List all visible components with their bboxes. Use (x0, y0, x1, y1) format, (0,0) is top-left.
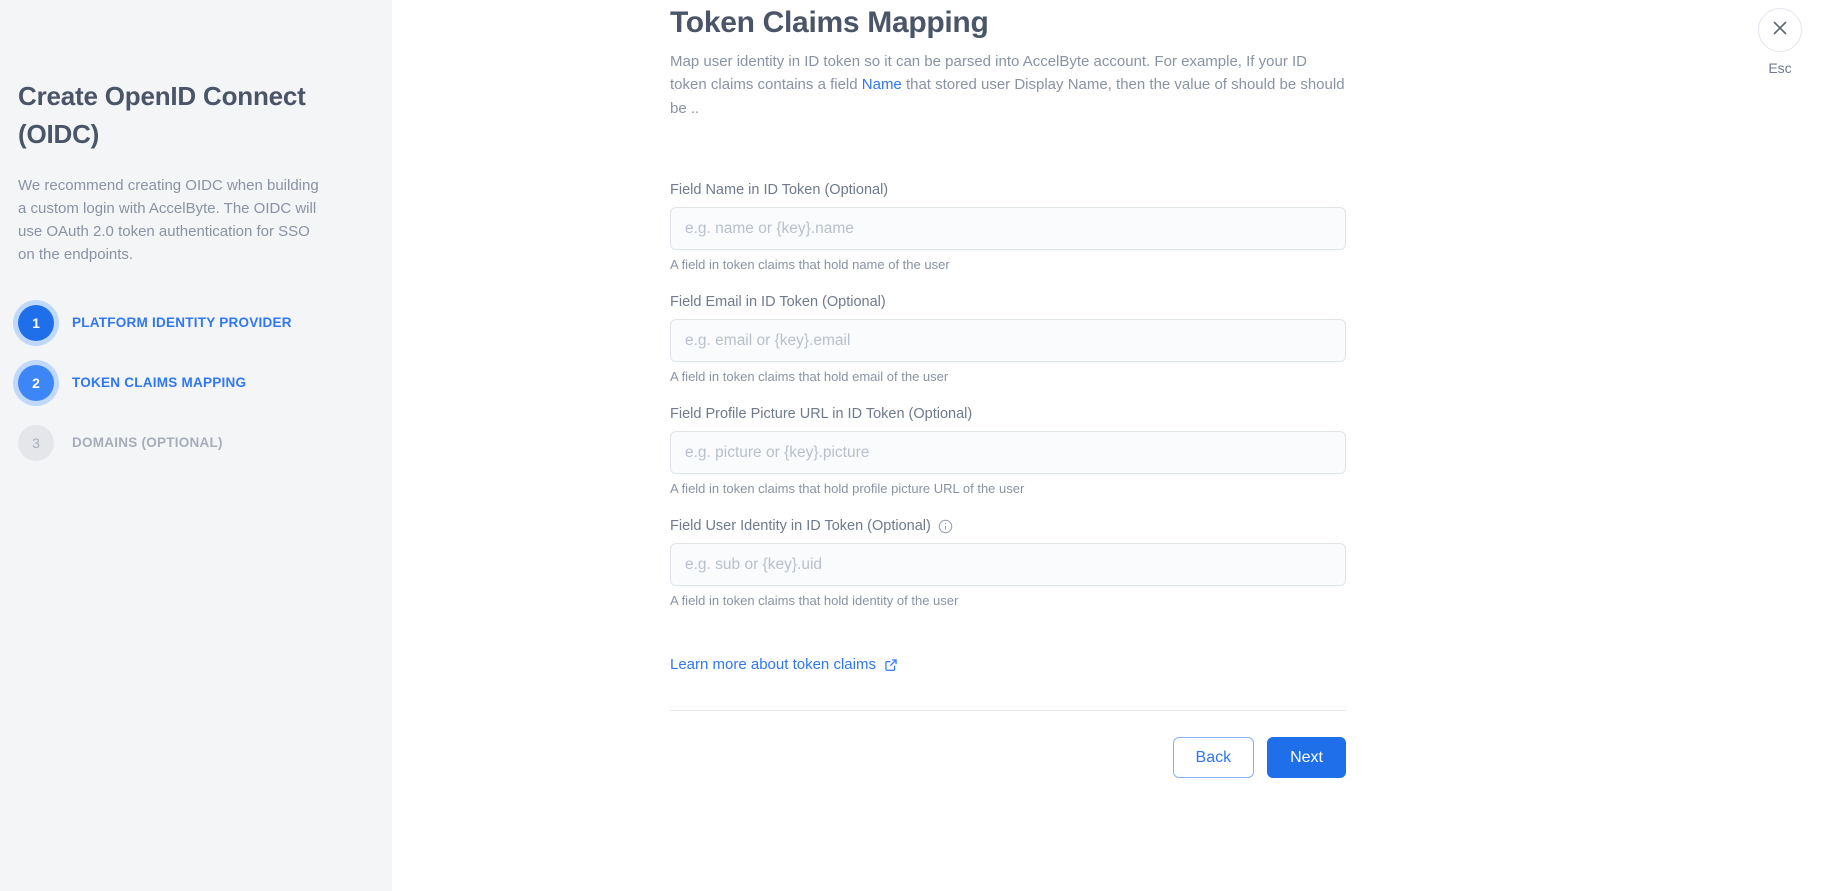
field-label-name: Field Name in ID Token (Optional) (670, 182, 889, 199)
page-description: Map user identity in ID token so it can … (670, 50, 1346, 120)
main-content: Token Claims Mapping Map user identity i… (670, 0, 1346, 779)
sidebar-step-platform-identity-provider[interactable]: 1 PLATFORM IDENTITY PROVIDER (18, 304, 392, 341)
close-button[interactable] (1758, 8, 1802, 52)
field-help-profile-picture: A field in token claims that hold profil… (670, 481, 1025, 497)
field-name-in-id-token: Field Name in ID Token (Optional) A fiel… (670, 182, 1346, 272)
wizard-actions: Back Next (670, 737, 1346, 779)
external-link-icon (884, 658, 898, 672)
field-email-input[interactable] (670, 319, 1346, 363)
field-user-identity-in-id-token: Field User Identity in ID Token (Optiona… (670, 518, 1346, 608)
step-number-badge-3: 3 (18, 424, 54, 461)
esc-hint-label: Esc (1768, 60, 1792, 76)
close-icon (1769, 17, 1791, 44)
field-label-profile-picture: Field Profile Picture URL in ID Token (O… (670, 406, 973, 423)
sidebar-step-token-claims-mapping[interactable]: 2 TOKEN CLAIMS MAPPING (18, 364, 392, 401)
field-profile-picture-url-in-id-token: Field Profile Picture URL in ID Token (O… (670, 406, 1346, 496)
field-help-user-identity: A field in token claims that hold identi… (670, 593, 959, 609)
field-profile-picture-input[interactable] (670, 431, 1346, 475)
wizard-sidebar: Create OpenID Connect (OIDC) We recommen… (0, 0, 392, 891)
next-button[interactable]: Next (1267, 737, 1346, 779)
wizard-main-panel: Token Claims Mapping Map user identity i… (392, 0, 1835, 891)
close-control: Esc (1749, 8, 1811, 76)
page-description-highlight: Name (861, 76, 902, 94)
step-label-2: TOKEN CLAIMS MAPPING (72, 375, 247, 391)
info-circle-icon[interactable] (938, 519, 953, 534)
wizard-steps: 1 PLATFORM IDENTITY PROVIDER 2 TOKEN CLA… (18, 304, 392, 461)
learn-more-link[interactable]: Learn more about token claims (670, 656, 898, 673)
sidebar-step-domains: 3 DOMAINS (OPTIONAL) (18, 424, 392, 461)
sidebar-title: Create OpenID Connect (OIDC) (18, 81, 306, 149)
field-help-email: A field in token claims that hold email … (670, 369, 949, 385)
step-number-badge-1: 1 (18, 304, 54, 341)
step-label-3: DOMAINS (OPTIONAL) (72, 435, 223, 451)
field-name-input[interactable] (670, 207, 1346, 251)
form-divider (670, 710, 1346, 712)
step-number-badge-2: 2 (18, 364, 54, 401)
field-user-identity-input[interactable] (670, 543, 1346, 587)
step-label-1: PLATFORM IDENTITY PROVIDER (72, 315, 292, 331)
field-help-name: A field in token claims that hold name o… (670, 257, 950, 273)
sidebar-description: We recommend creating OIDC when building… (18, 177, 319, 263)
page-title: Token Claims Mapping (670, 6, 989, 39)
field-label-user-identity: Field User Identity in ID Token (Optiona… (670, 518, 931, 535)
field-label-user-identity-wrapper: Field User Identity in ID Token (Optiona… (670, 518, 1346, 534)
learn-more-label: Learn more about token claims (670, 656, 876, 674)
field-email-in-id-token: Field Email in ID Token (Optional) A fie… (670, 294, 1346, 384)
back-button[interactable]: Back (1172, 737, 1255, 779)
field-label-email: Field Email in ID Token (Optional) (670, 294, 886, 311)
token-claims-form: Field Name in ID Token (Optional) A fiel… (670, 182, 1346, 779)
oidc-create-wizard: Create OpenID Connect (OIDC) We recommen… (0, 0, 1835, 891)
